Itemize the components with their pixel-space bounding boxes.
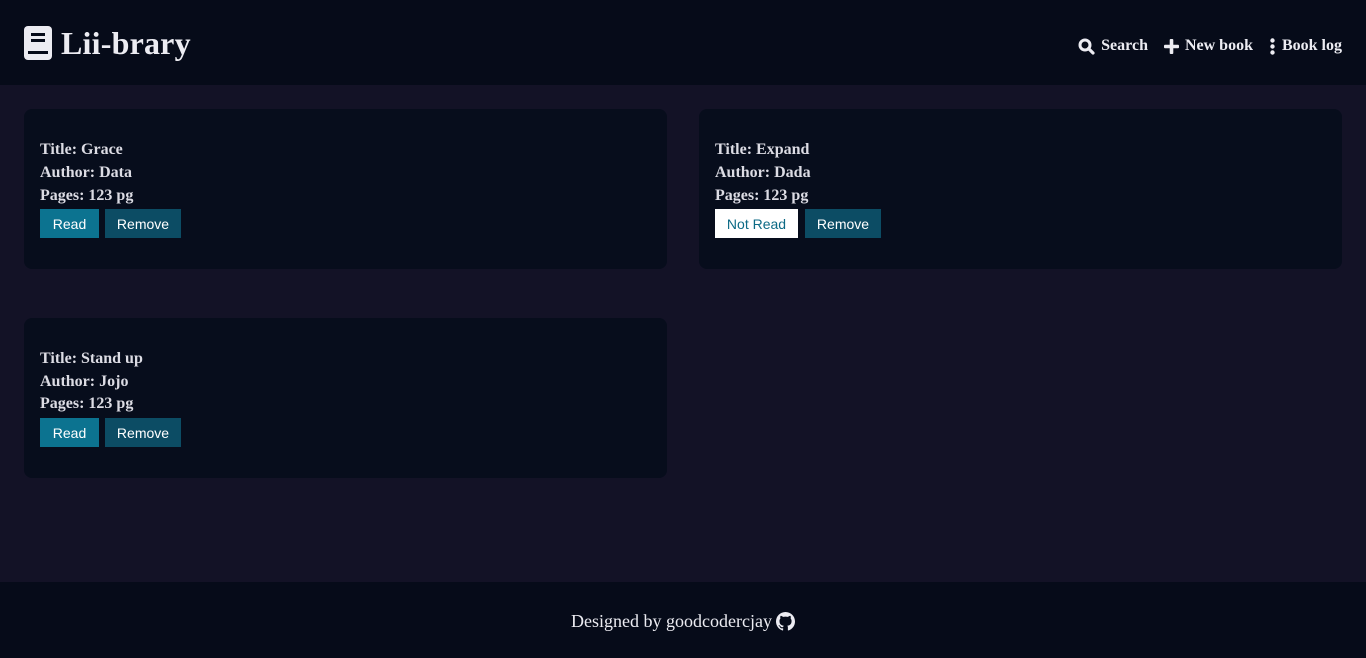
app-title: Lii-brary [61,25,191,61]
nav-search[interactable]: Search [1078,36,1148,56]
read-status-button[interactable]: Read [40,418,99,447]
app-footer: Designed by goodcodercjay [0,582,1366,658]
main-nav: Search New book Book log [1062,36,1342,56]
book-author: Author: Dada [715,164,811,181]
app-header: Lii-brary Search New book Book log [0,0,1366,85]
book-author: Author: Data [40,164,132,181]
book-grid: Title: Grace Author: Data Pages: 123 pg … [0,85,1366,582]
read-status-button[interactable]: Read [40,209,99,238]
book-title: Title: Expand [715,141,810,158]
search-icon [1078,38,1095,55]
book-card: Title: Grace Author: Data Pages: 123 pg … [24,109,667,269]
nav-new-book-label: New book [1184,37,1253,54]
book-pages: Pages: 123 pg [40,395,134,412]
book-title: Title: Stand up [40,350,143,367]
plus-icon [1163,38,1179,54]
remove-button[interactable]: Remove [105,209,181,238]
remove-button[interactable]: Remove [805,209,881,238]
book-title: Title: Grace [40,141,123,158]
remove-button[interactable]: Remove [105,418,181,447]
book-card: Title: Stand up Author: Jojo Pages: 123 … [24,318,667,478]
book-icon [24,26,52,60]
book-pages: Pages: 123 pg [715,187,809,204]
nav-new-book[interactable]: New book [1163,36,1253,56]
book-author: Author: Jojo [40,373,129,390]
footer-credit: Designed by goodcodercjay [571,611,772,631]
vertical-dots-icon [1270,37,1275,55]
nav-book-log-label: Book log [1281,37,1342,54]
read-status-button[interactable]: Not Read [715,209,798,238]
github-icon[interactable] [775,611,795,631]
nav-search-label: Search [1101,37,1148,54]
nav-book-log[interactable]: Book log [1269,36,1342,56]
book-card: Title: Expand Author: Dada Pages: 123 pg… [699,109,1342,269]
book-pages: Pages: 123 pg [40,187,134,204]
brand[interactable]: Lii-brary [24,23,191,63]
